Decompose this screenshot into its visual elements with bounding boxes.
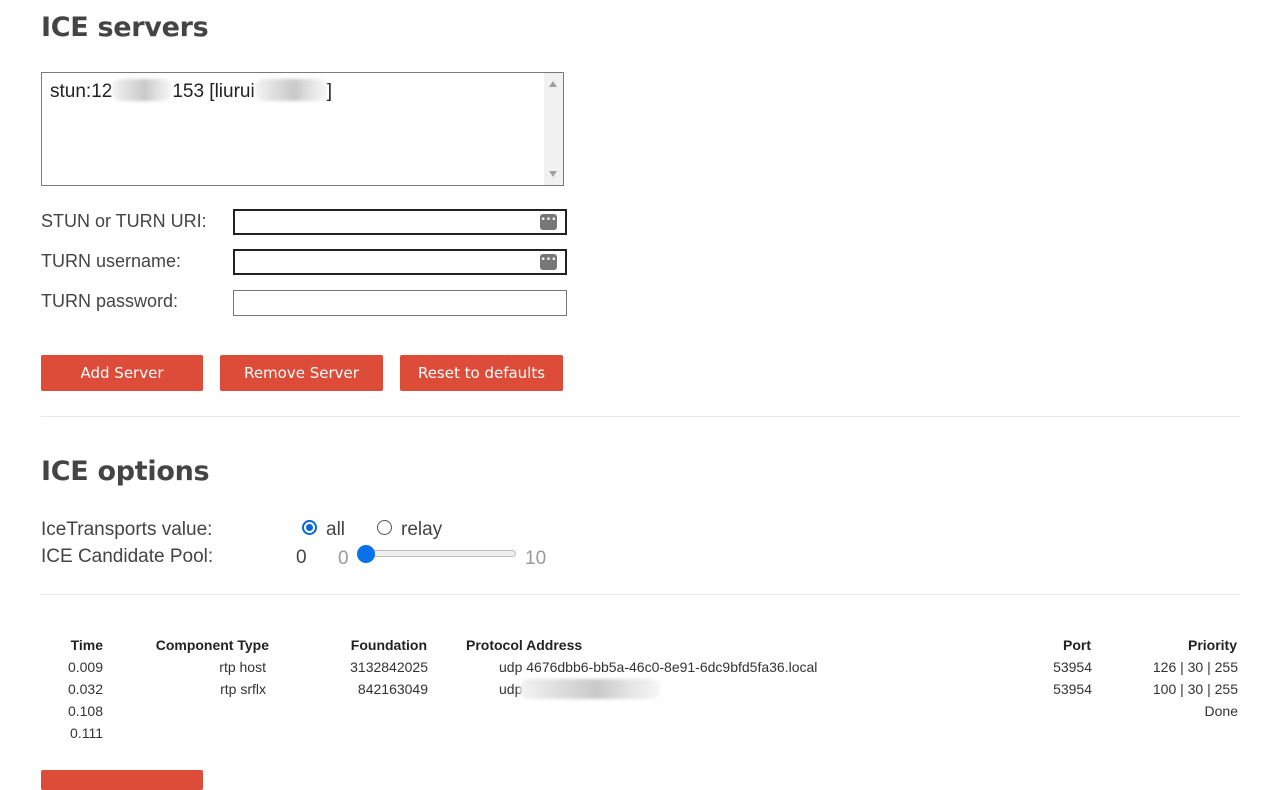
header-priority: Priority	[1187, 637, 1237, 653]
password-manager-icon[interactable]: •••	[540, 214, 557, 230]
transports-label: IceTransports value:	[41, 519, 213, 540]
cell-component: rtp srflx	[220, 681, 266, 697]
password-label: TURN password:	[41, 291, 179, 311]
cell-protocol-address: udp	[499, 681, 523, 697]
password-manager-icon[interactable]: •••	[540, 254, 557, 270]
cell-priority: 100 | 30 | 255	[1152, 681, 1238, 697]
header-protocol-address: Protocol Address	[466, 637, 583, 653]
cell-priority: 126 | 30 | 255	[1152, 659, 1238, 675]
header-time: Time	[70, 637, 103, 653]
cell-time: 0.032	[67, 681, 103, 697]
transport-all-label[interactable]: all	[326, 519, 345, 541]
cell-time: 0.111	[70, 725, 103, 741]
transport-relay-radio[interactable]	[377, 520, 392, 535]
add-server-button[interactable]: Add Server	[41, 355, 203, 391]
ice-servers-heading: ICE servers	[41, 12, 209, 43]
server-list-item[interactable]: stun:12 153 [liurui]	[50, 79, 332, 103]
header-port: Port	[1063, 637, 1091, 653]
pool-slider[interactable]	[358, 550, 516, 557]
uri-input[interactable]: •••	[233, 209, 567, 235]
header-foundation: Foundation	[350, 637, 427, 653]
header-component: Component Type	[155, 637, 269, 653]
server-item-suffix: ]	[326, 81, 332, 102]
cell-protocol-address: udp 4676dbb6-bb5a-46c0-8e91-6dc9bfd5fa36…	[499, 659, 818, 675]
transport-all-radio[interactable]	[302, 520, 317, 535]
username-label: TURN username:	[41, 251, 182, 271]
cell-time: 0.009	[67, 659, 103, 675]
cell-time: 0.108	[67, 703, 103, 719]
scroll-up-icon[interactable]	[549, 81, 557, 87]
pool-value: 0	[296, 547, 307, 568]
reset-defaults-button[interactable]: Reset to defaults	[400, 355, 563, 391]
section-divider	[41, 594, 1240, 595]
redacted-blur	[520, 679, 660, 699]
server-item-mid: 153 [liurui	[172, 81, 255, 102]
pool-max-label: 10	[525, 548, 547, 569]
pool-label: ICE Candidate Pool:	[41, 546, 214, 567]
password-input[interactable]	[233, 290, 567, 316]
gather-candidates-button[interactable]	[41, 770, 203, 790]
server-list-scrollbar[interactable]	[544, 73, 563, 185]
scroll-down-icon[interactable]	[549, 171, 557, 177]
server-list[interactable]: stun:12 153 [liurui]	[41, 72, 564, 186]
server-item-prefix: stun:12	[50, 81, 113, 102]
redacted-blur	[112, 79, 173, 101]
ice-options-heading: ICE options	[41, 456, 210, 487]
redacted-blur	[254, 79, 327, 101]
uri-label: STUN or TURN URI:	[41, 211, 207, 231]
transport-relay-label[interactable]: relay	[401, 519, 442, 541]
cell-foundation: 3132842025	[350, 659, 428, 675]
cell-priority: Done	[1204, 703, 1238, 719]
pool-slider-thumb[interactable]	[357, 545, 375, 563]
cell-port: 53954	[1053, 659, 1092, 675]
section-divider	[41, 416, 1240, 417]
cell-component: rtp host	[219, 659, 266, 675]
cell-port: 53954	[1053, 681, 1092, 697]
cell-foundation: 842163049	[357, 681, 428, 697]
pool-min-label: 0	[338, 548, 349, 569]
remove-server-button[interactable]: Remove Server	[220, 355, 383, 391]
username-input[interactable]: •••	[233, 249, 567, 275]
